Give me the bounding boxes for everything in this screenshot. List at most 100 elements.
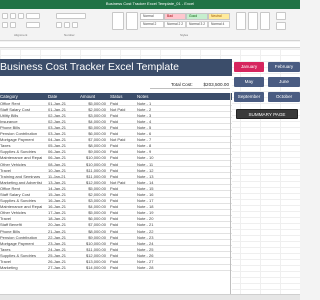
cell-status[interactable]: Paid bbox=[110, 235, 134, 240]
cell-category[interactable]: Pension Contribution bbox=[0, 235, 42, 240]
percent-button[interactable] bbox=[64, 22, 70, 28]
style-neutral[interactable]: Neutral bbox=[208, 13, 230, 20]
cell-category[interactable]: Travel bbox=[0, 216, 42, 221]
cell-status[interactable]: Paid bbox=[110, 143, 134, 148]
cell-category[interactable]: Marketing bbox=[0, 265, 42, 270]
cell-category[interactable]: Staff Salary Cost bbox=[0, 192, 42, 197]
cell-note[interactable]: Note - 21 bbox=[137, 222, 167, 227]
cell-note[interactable]: Note - 27 bbox=[137, 259, 167, 264]
autosum-button[interactable] bbox=[276, 12, 286, 20]
cell-amount[interactable]: $10,000.00 bbox=[78, 155, 106, 160]
nav-february-button[interactable]: February bbox=[268, 62, 300, 72]
cell-date[interactable]: 14-Jan-21 bbox=[48, 186, 76, 191]
cell-date[interactable]: 17-Jan-21 bbox=[48, 210, 76, 215]
cell-amount[interactable]: $3,000.00 bbox=[78, 198, 106, 203]
cell-status[interactable]: Paid bbox=[110, 119, 134, 124]
style-normal-3-2[interactable]: Normal 3 2 bbox=[186, 21, 208, 28]
cell-category[interactable]: Phone Bills bbox=[0, 125, 42, 130]
cell-status[interactable]: Paid bbox=[110, 253, 134, 258]
fill-button[interactable] bbox=[276, 22, 286, 30]
header-status[interactable]: Status bbox=[110, 94, 122, 99]
nav-october-button[interactable]: October bbox=[268, 92, 300, 102]
number-format-dropdown[interactable] bbox=[56, 13, 86, 19]
style-normal-4[interactable]: Normal 4 bbox=[208, 21, 230, 28]
cell-category[interactable]: Supplies & Sundries bbox=[0, 253, 42, 258]
cell-date[interactable]: 15-Jan-21 bbox=[48, 192, 76, 197]
cell-category[interactable]: Pension Contribution bbox=[0, 131, 42, 136]
cell-note[interactable]: Note - 7 bbox=[137, 137, 167, 142]
merge-center-button[interactable] bbox=[26, 22, 40, 28]
align-left-button[interactable] bbox=[2, 13, 8, 19]
table-row[interactable]: Marketing 27-Jan-21 $14,000.00 Paid Note - 2… bbox=[0, 265, 232, 271]
align-right-button[interactable] bbox=[18, 13, 24, 19]
cell-status[interactable]: Paid bbox=[110, 192, 134, 197]
cell-date[interactable]: 01-Jan-21 bbox=[48, 101, 76, 106]
formula-bar[interactable] bbox=[0, 42, 300, 48]
cell-status[interactable]: Paid bbox=[110, 229, 134, 234]
cell-status[interactable]: Paid bbox=[110, 168, 134, 173]
cell-status[interactable]: Paid bbox=[110, 265, 134, 270]
cell-amount[interactable]: $10,000.00 bbox=[78, 241, 106, 246]
cell-amount[interactable]: $5,000.00 bbox=[78, 125, 106, 130]
cell-status[interactable]: Not Paid bbox=[110, 137, 134, 142]
cell-date[interactable]: 20-Jan-21 bbox=[48, 222, 76, 227]
cell-note[interactable]: Note - 16 bbox=[137, 192, 167, 197]
header-notes[interactable]: Notes bbox=[137, 94, 148, 99]
cell-date[interactable]: 27-Jan-21 bbox=[48, 265, 76, 270]
conditional-formatting-button[interactable] bbox=[112, 12, 124, 30]
cell-note[interactable]: Note - 25 bbox=[137, 247, 167, 252]
cell-category[interactable]: Office Rent bbox=[0, 101, 42, 106]
style-good[interactable]: Good bbox=[186, 13, 208, 20]
delete-cells-button[interactable] bbox=[248, 12, 258, 30]
nav-summary-button[interactable]: SUMMARY PAGE bbox=[236, 109, 298, 119]
nav-may-button[interactable]: May bbox=[234, 77, 264, 87]
cell-note[interactable]: Note - 20 bbox=[137, 216, 167, 221]
cell-note[interactable]: Note - 22 bbox=[137, 229, 167, 234]
currency-button[interactable] bbox=[56, 22, 62, 28]
cell-date[interactable]: 23-Jan-21 bbox=[48, 241, 76, 246]
style-normal[interactable]: Normal bbox=[140, 13, 164, 20]
cell-amount[interactable]: $4,000.00 bbox=[78, 119, 106, 124]
cell-amount[interactable]: $14,000.00 bbox=[78, 265, 106, 270]
cell-date[interactable]: 03-Jan-21 bbox=[48, 125, 76, 130]
cell-amount[interactable]: $4,000.00 bbox=[78, 204, 106, 209]
cell-date[interactable]: 22-Jan-21 bbox=[48, 235, 76, 240]
cell-note[interactable]: Note - 23 bbox=[137, 235, 167, 240]
cell-note[interactable]: Note - 11 bbox=[137, 162, 167, 167]
cell-amount[interactable]: $2,000.00 bbox=[78, 192, 106, 197]
cell-category[interactable]: Taxes bbox=[0, 143, 42, 148]
cell-amount[interactable]: $10,000.00 bbox=[78, 162, 106, 167]
cell-amount[interactable]: $5,000.00 bbox=[78, 210, 106, 215]
cell-note[interactable]: Note - 26 bbox=[137, 253, 167, 258]
cell-category[interactable]: Supplies & Sundries bbox=[0, 198, 42, 203]
cell-date[interactable]: 13-Jan-21 bbox=[48, 180, 76, 185]
cell-category[interactable]: Mortgage Payment bbox=[0, 137, 42, 142]
cell-category[interactable]: Maintenance and Repairs bbox=[0, 155, 42, 160]
cell-note[interactable]: Note - 6 bbox=[137, 131, 167, 136]
cell-status[interactable]: Paid bbox=[110, 113, 134, 118]
cell-status[interactable]: Paid bbox=[110, 155, 134, 160]
cell-category[interactable]: Insurance bbox=[0, 119, 42, 124]
cell-amount[interactable]: $12,000.00 bbox=[78, 180, 106, 185]
cell-date[interactable]: 24-Jan-21 bbox=[48, 247, 76, 252]
cell-status[interactable]: Not Paid bbox=[110, 107, 134, 112]
cell-date[interactable]: 08-Jan-21 bbox=[48, 162, 76, 167]
cell-amount[interactable]: $8,000.00 bbox=[78, 229, 106, 234]
cell-status[interactable]: Paid bbox=[110, 204, 134, 209]
indent-decrease-button[interactable] bbox=[2, 22, 8, 28]
cell-date[interactable]: 25-Jan-21 bbox=[48, 253, 76, 258]
insert-cells-button[interactable] bbox=[236, 12, 246, 30]
indent-increase-button[interactable] bbox=[10, 22, 16, 28]
cell-note[interactable]: Note - 9 bbox=[137, 149, 167, 154]
cell-note[interactable]: Note - 10 bbox=[137, 155, 167, 160]
cell-status[interactable]: Paid bbox=[110, 210, 134, 215]
cell-note[interactable]: Note - 1 bbox=[137, 101, 167, 106]
cell-category[interactable]: Training and Seminars bbox=[0, 174, 42, 179]
cell-note[interactable]: Note - 19 bbox=[137, 210, 167, 215]
cell-amount[interactable]: $11,000.00 bbox=[78, 168, 106, 173]
cell-date[interactable]: 02-Jan-21 bbox=[48, 119, 76, 124]
cell-date[interactable]: 04-Jan-21 bbox=[48, 137, 76, 142]
format-as-table-button[interactable] bbox=[126, 12, 138, 30]
cell-date[interactable]: 03-Jan-21 bbox=[48, 131, 76, 136]
cell-date[interactable]: 06-Jan-21 bbox=[48, 149, 76, 154]
